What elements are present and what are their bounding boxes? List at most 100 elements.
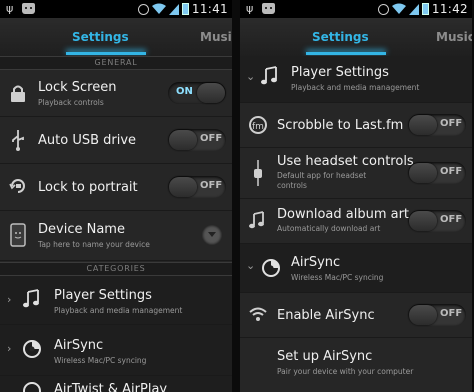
airsync-subtitle: Wireless Mac/PC syncing xyxy=(54,356,147,365)
toggle-label: OFF xyxy=(440,166,463,177)
signal-icon xyxy=(408,3,419,15)
lock-icon xyxy=(11,85,25,102)
airsync-icon xyxy=(23,340,41,358)
toggle-knob xyxy=(409,163,437,183)
tab-settings[interactable]: Settings xyxy=(312,30,369,44)
alarm-icon xyxy=(377,3,389,15)
tab-music[interactable]: Music xyxy=(436,30,472,44)
lock-screen-toggle[interactable]: ON xyxy=(168,82,226,104)
scrobble-toggle[interactable]: OFF xyxy=(408,114,466,136)
tab-bar: Settings Music xyxy=(240,18,472,57)
toggle-knob xyxy=(409,211,437,231)
headset-row[interactable]: Use headset controls Default app for hea… xyxy=(240,148,472,199)
airsync-subtitle: Wireless Mac/PC syncing xyxy=(291,273,384,282)
airsync-icon xyxy=(262,259,280,277)
left-phone-screen: ψ 11:41 Settings Music GENERAL Lock Scre… xyxy=(0,0,232,392)
battery-icon xyxy=(181,3,189,15)
setup-airsync-title: Set up AirSync xyxy=(277,349,373,364)
lock-screen-subtitle: Playback controls xyxy=(38,98,104,107)
headset-icon xyxy=(254,160,262,186)
lock-portrait-toggle[interactable]: OFF xyxy=(168,176,226,198)
wifi-icon xyxy=(151,3,166,14)
toggle-knob xyxy=(197,83,225,103)
download-art-subtitle: Automatically download art xyxy=(277,224,381,233)
android-icon xyxy=(22,3,35,14)
toggle-knob xyxy=(409,305,437,325)
chevron-down-icon: ⌄ xyxy=(246,70,256,83)
status-bar: ψ 11:41 xyxy=(0,0,232,18)
airsync-row[interactable]: ⌄ AirSync Wireless Mac/PC syncing xyxy=(240,244,472,293)
airsync-title: AirSync xyxy=(291,255,341,270)
usb-icon xyxy=(12,130,24,151)
toggle-label: OFF xyxy=(200,133,223,144)
clock: 11:42 xyxy=(431,2,468,16)
enable-airsync-toggle[interactable]: OFF xyxy=(408,304,466,326)
headset-subtitle-line1: Default app for headset xyxy=(277,171,367,180)
airsync-title: AirSync xyxy=(54,338,104,353)
download-art-row[interactable]: Download album art Automatically downloa… xyxy=(240,199,472,244)
tab-indicator xyxy=(306,52,386,55)
toggle-label: OFF xyxy=(440,118,463,129)
airtwist-title: AirTwist & AirPlay xyxy=(54,382,168,392)
section-header-general: GENERAL xyxy=(0,56,232,70)
download-art-toggle[interactable]: OFF xyxy=(408,210,466,232)
rotation-lock-icon xyxy=(9,179,25,193)
headset-toggle[interactable]: OFF xyxy=(408,162,466,184)
right-phone-screen: ψ 11:42 Settings Music ⌄ Player Settings… xyxy=(240,0,472,392)
battery-icon xyxy=(421,3,429,15)
toggle-label: OFF xyxy=(200,180,223,191)
chevron-down-icon: ⌄ xyxy=(246,259,256,272)
airtwist-row[interactable]: AirTwist & AirPlay xyxy=(0,376,232,392)
airtwist-icon xyxy=(23,382,41,392)
setup-airsync-row[interactable]: Set up AirSync Pair your device with you… xyxy=(240,338,472,392)
player-settings-row[interactable]: › Player Settings Playback and media man… xyxy=(0,276,232,325)
auto-usb-row[interactable]: Auto USB drive OFF xyxy=(0,117,232,164)
clock: 11:41 xyxy=(191,2,228,16)
player-settings-row[interactable]: ⌄ Player Settings Playback and media man… xyxy=(240,56,472,103)
android-icon xyxy=(262,3,275,14)
player-settings-title: Player Settings xyxy=(54,288,152,303)
download-art-title: Download album art xyxy=(277,207,410,222)
lock-portrait-row[interactable]: Lock to portrait OFF xyxy=(0,164,232,211)
wifi-icon xyxy=(249,307,267,321)
chevron-right-icon: › xyxy=(7,293,12,306)
lock-screen-row[interactable]: Lock Screen Playback controls ON xyxy=(0,70,232,117)
enable-airsync-row[interactable]: Enable AirSync OFF xyxy=(240,293,472,338)
signal-icon xyxy=(168,3,179,15)
toggle-knob xyxy=(169,130,197,150)
usb-icon: ψ xyxy=(6,2,14,15)
player-settings-title: Player Settings xyxy=(291,65,389,80)
lastfm-icon: fm xyxy=(249,116,267,134)
phone-icon xyxy=(10,223,26,247)
toggle-knob xyxy=(409,115,437,135)
music-note-icon xyxy=(249,211,264,229)
device-name-title: Device Name xyxy=(38,222,125,237)
enable-airsync-title: Enable AirSync xyxy=(277,308,375,323)
tab-music[interactable]: Music xyxy=(200,30,232,44)
status-bar: ψ 11:42 xyxy=(240,0,472,18)
svg-text:fm: fm xyxy=(252,122,264,132)
scrobble-row[interactable]: fm Scrobble to Last.fm OFF xyxy=(240,103,472,148)
airsync-row[interactable]: › AirSync Wireless Mac/PC syncing xyxy=(0,325,232,376)
section-header-categories: CATEGORIES xyxy=(0,262,232,276)
scrobble-title: Scrobble to Last.fm xyxy=(277,118,404,133)
alarm-icon xyxy=(137,3,149,15)
device-name-dropdown-button[interactable] xyxy=(202,225,222,245)
player-settings-subtitle: Playback and media management xyxy=(291,83,420,92)
auto-usb-toggle[interactable]: OFF xyxy=(168,129,226,151)
usb-icon: ψ xyxy=(246,2,254,15)
lock-portrait-title: Lock to portrait xyxy=(38,180,138,195)
device-name-subtitle: Tap here to name your device xyxy=(38,240,150,249)
lock-screen-title: Lock Screen xyxy=(38,80,117,95)
music-note-icon xyxy=(261,66,277,85)
toggle-label: OFF xyxy=(440,308,463,319)
setup-airsync-subtitle: Pair your device with your computer xyxy=(277,367,414,376)
headset-title: Use headset controls xyxy=(277,154,414,169)
tab-bar: Settings Music xyxy=(0,18,232,57)
auto-usb-title: Auto USB drive xyxy=(38,133,137,148)
device-name-row[interactable]: Device Name Tap here to name your device xyxy=(0,211,232,261)
toggle-label: ON xyxy=(176,86,193,97)
tab-indicator xyxy=(66,52,146,55)
toggle-knob xyxy=(169,177,197,197)
tab-settings[interactable]: Settings xyxy=(72,30,129,44)
